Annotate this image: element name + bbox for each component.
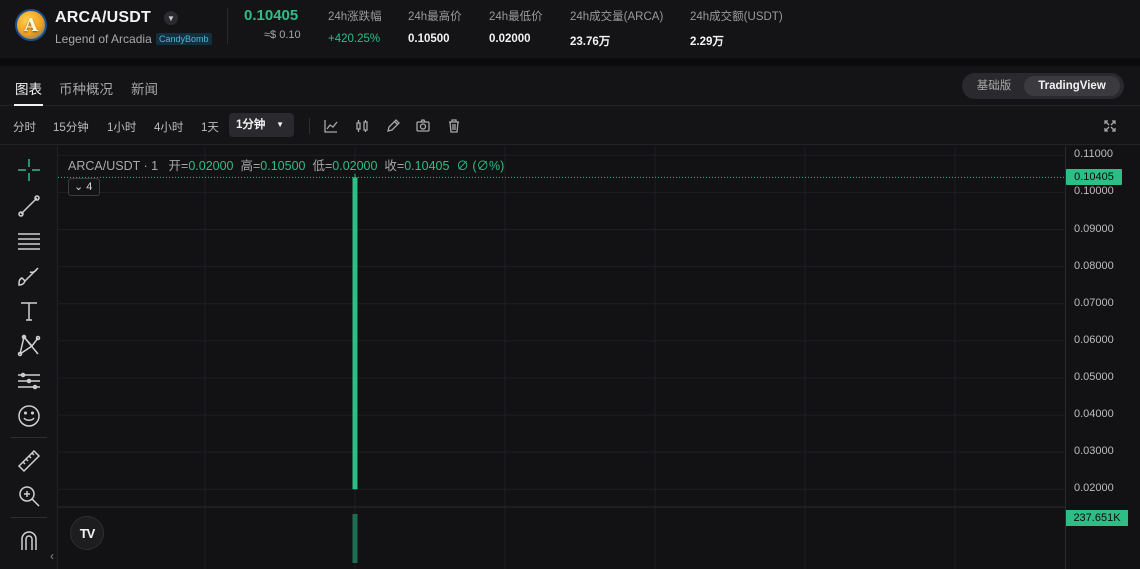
indicator-count: 4 bbox=[86, 181, 93, 193]
legend-change: ∅ (∅%) bbox=[456, 159, 505, 173]
collapse-toolbar-icon[interactable]: ‹ bbox=[50, 549, 54, 563]
active-tab-indicator bbox=[14, 104, 43, 106]
price-tick-label: 0.07000 bbox=[1074, 296, 1114, 309]
price-tick-label: 0.11000 bbox=[1074, 148, 1113, 161]
crosshair-icon[interactable] bbox=[15, 156, 43, 184]
text-icon[interactable] bbox=[15, 297, 43, 325]
project-name: Legend of Arcadia bbox=[55, 32, 152, 46]
view-mode-basic[interactable]: 基础版 bbox=[966, 76, 1022, 96]
divider bbox=[227, 8, 228, 44]
timeframe-time-sharing[interactable]: 分时 bbox=[13, 119, 36, 135]
pencil-icon[interactable] bbox=[385, 118, 401, 134]
camera-icon[interactable] bbox=[415, 118, 431, 134]
horizontal-lines-icon[interactable] bbox=[15, 227, 43, 255]
emoji-icon[interactable] bbox=[15, 402, 43, 430]
legend-high: 0.10500 bbox=[260, 159, 306, 173]
stat-low: 24h最低价 0.02000 bbox=[489, 8, 543, 45]
stat-label: 24h成交额(USDT) bbox=[690, 11, 783, 23]
stat-volume: 24h成交量(ARCA) 23.76万 bbox=[570, 8, 663, 49]
stat-label: 24h成交量(ARCA) bbox=[570, 11, 664, 23]
stat-value: 0.02000 bbox=[489, 33, 531, 45]
last-price-usd: ≈$ 0.10 bbox=[264, 29, 301, 41]
divider bbox=[11, 437, 47, 438]
last-price-label: 0.10405 bbox=[1066, 169, 1122, 186]
app-root: A ARCA/USDT ▼ Legend of Arcadia CandyBom… bbox=[0, 0, 1140, 569]
stat-high: 24h最高价 0.10500 bbox=[408, 8, 462, 45]
indicator-count-toggle[interactable]: ⌄ 4 bbox=[68, 178, 100, 196]
timeframe-1h[interactable]: 1小时 bbox=[107, 119, 136, 135]
pair-selector[interactable]: ARCA/USDT bbox=[55, 9, 151, 27]
volume-label: 237.651K bbox=[1066, 510, 1128, 526]
price-tick-label: 0.05000 bbox=[1074, 370, 1114, 383]
price-tick-label: 0.02000 bbox=[1074, 482, 1114, 495]
stat-label: 24h最低价 bbox=[489, 11, 543, 23]
stat-change: 24h涨跌幅 +420.25% bbox=[328, 8, 382, 45]
timeframe-1d[interactable]: 1天 bbox=[201, 119, 219, 135]
indicator-icon[interactable] bbox=[323, 118, 339, 134]
divider bbox=[309, 118, 310, 134]
coin-logo-icon: A bbox=[15, 9, 47, 41]
pattern-icon[interactable] bbox=[15, 332, 43, 360]
price-axis[interactable]: 0.11000 0.10000 0.09000 0.08000 0.07000 0.060… bbox=[1065, 146, 1140, 569]
timeframe-4h[interactable]: 4小时 bbox=[154, 119, 183, 135]
volume-bar bbox=[352, 514, 358, 563]
legend-close-label: 收 bbox=[384, 159, 397, 173]
timeframe-dropdown[interactable]: 1分钟 ▼ bbox=[229, 113, 294, 137]
tradingview-logo-icon[interactable]: TV bbox=[70, 516, 104, 550]
ohlc-legend: ARCA/USDT · 1 开=0.02000 高=0.10500 低=0.02… bbox=[68, 159, 505, 173]
chevron-down-icon: ⌄ bbox=[74, 181, 84, 193]
measure-lines-icon[interactable] bbox=[15, 367, 43, 395]
brush-icon[interactable] bbox=[15, 262, 43, 290]
legend-close: 0.10405 bbox=[404, 159, 450, 173]
caret-down-icon: ▼ bbox=[276, 120, 284, 129]
stat-value: 2.29万 bbox=[690, 36, 724, 48]
fullscreen-icon[interactable] bbox=[1102, 118, 1118, 134]
stat-label: 24h涨跌幅 bbox=[328, 11, 382, 23]
chevron-down-icon[interactable]: ▼ bbox=[164, 11, 178, 25]
trend-line-icon[interactable] bbox=[15, 192, 43, 220]
price-tick-label: 0.06000 bbox=[1074, 333, 1114, 346]
campaign-badge[interactable]: CandyBomb bbox=[156, 33, 212, 45]
legend-open: 0.02000 bbox=[188, 159, 234, 173]
magnet-icon[interactable] bbox=[15, 527, 43, 555]
timeframe-dropdown-label: 1分钟 bbox=[236, 119, 266, 131]
ruler-icon[interactable] bbox=[15, 447, 43, 475]
tab-coin-overview[interactable]: 币种概况 bbox=[59, 78, 113, 98]
drawing-toolbar bbox=[0, 146, 58, 569]
stat-value: 23.76万 bbox=[570, 36, 611, 48]
ticker-bar: A ARCA/USDT ▼ Legend of Arcadia CandyBom… bbox=[0, 0, 1140, 58]
stat-label: 24h最高价 bbox=[408, 11, 462, 23]
price-tick-label: 0.09000 bbox=[1074, 222, 1114, 235]
legend-open-label: 开 bbox=[168, 159, 182, 173]
legend-symbol: ARCA/USDT bbox=[68, 159, 141, 173]
stat-value: +420.25% bbox=[328, 33, 381, 45]
tab-chart[interactable]: 图表 bbox=[15, 78, 42, 98]
divider bbox=[11, 517, 47, 518]
stat-turnover: 24h成交额(USDT) 2.29万 bbox=[690, 8, 783, 49]
legend-interval: 1 bbox=[151, 159, 159, 173]
chart-toolbar: 分时 15分钟 1小时 4小时 1天 1分钟 ▼ bbox=[0, 107, 1140, 145]
price-tick-label: 0.10000 bbox=[1074, 185, 1114, 198]
price-tick-label: 0.04000 bbox=[1074, 408, 1114, 421]
candle-body bbox=[352, 177, 358, 490]
last-price: 0.10405 bbox=[244, 7, 299, 24]
view-mode-toggle: 基础版 TradingView bbox=[962, 73, 1124, 99]
legend-high-label: 高 bbox=[240, 159, 253, 173]
timeframe-15m[interactable]: 15分钟 bbox=[53, 119, 89, 135]
zoom-in-icon[interactable] bbox=[15, 482, 43, 510]
candlestick-chart bbox=[58, 146, 1065, 569]
panel-tabs: 图表 币种概况 新闻 基础版 TradingView bbox=[0, 66, 1140, 106]
chart-area[interactable]: ARCA/USDT · 1 开=0.02000 高=0.10500 低=0.02… bbox=[58, 146, 1065, 569]
tab-news[interactable]: 新闻 bbox=[131, 78, 158, 98]
price-tick-label: 0.03000 bbox=[1074, 445, 1114, 458]
trash-icon[interactable] bbox=[446, 118, 462, 134]
price-tick-label: 0.08000 bbox=[1074, 259, 1114, 272]
view-mode-tradingview[interactable]: TradingView bbox=[1024, 76, 1120, 96]
candle-style-icon[interactable] bbox=[354, 118, 370, 134]
stat-value: 0.10500 bbox=[408, 33, 450, 45]
legend-low-label: 低 bbox=[312, 159, 325, 173]
legend-low: 0.02000 bbox=[332, 159, 378, 173]
